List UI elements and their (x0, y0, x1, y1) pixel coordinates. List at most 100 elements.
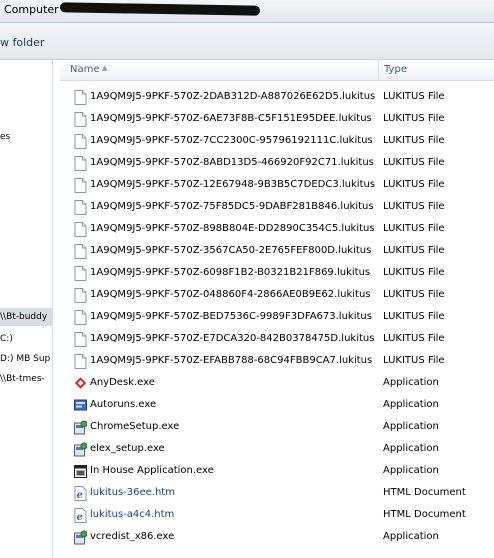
blank-file-icon (74, 266, 87, 281)
anydesk-icon (74, 376, 87, 391)
column-header-name[interactable]: Name ▲ (60, 60, 379, 80)
nav-item-drive-c[interactable]: C:) (0, 330, 52, 348)
file-type: Application (383, 377, 439, 388)
file-type: LUKITUS File (383, 113, 445, 124)
file-type: Application (383, 421, 439, 432)
setup-icon (74, 530, 88, 545)
blank-file-icon (74, 178, 87, 193)
blank-file-icon (74, 332, 87, 347)
file-row[interactable]: e lukitus-a4c4.htm HTML Document (60, 505, 494, 527)
file-type: Application (383, 465, 439, 476)
column-headers: Name ▲ Type (60, 60, 494, 81)
file-type: LUKITUS File (383, 333, 445, 344)
file-name: ChromeSetup.exe (90, 421, 180, 432)
file-name: 1A9QM9J5-9PKF-570Z-3567CA50-2E765FEF800D… (90, 245, 372, 256)
blank-file-icon (74, 310, 87, 325)
file-name: lukitus-a4c4.htm (90, 509, 175, 520)
file-name: 1A9QM9J5-9PKF-570Z-12E67948-9B3B5C7DEDC3… (90, 179, 376, 190)
file-row[interactable]: elex_setup.exe Application (60, 439, 494, 461)
blank-file-icon (74, 288, 87, 303)
blank-file-icon (74, 222, 87, 237)
file-name: 1A9QM9J5-9PKF-570Z-EFABB788-68C94FBB9CA7… (90, 355, 373, 366)
file-type: LUKITUS File (383, 245, 445, 256)
navigation-pane[interactable]: es \\Bt-buddy C:) D:) MB Sup \\Bt-tmes- (0, 60, 53, 558)
file-row[interactable]: ChromeSetup.exe Application (60, 417, 494, 439)
file-row[interactable]: 1A9QM9J5-9PKF-570Z-048860F4-2866AE0B9E62… (60, 285, 494, 307)
blank-file-icon (74, 244, 87, 259)
file-row[interactable]: vcredist_x86.exe Application (60, 527, 494, 549)
new-folder-button[interactable]: w folder (0, 36, 44, 49)
file-type: LUKITUS File (383, 135, 445, 146)
command-bar: w folder (0, 23, 494, 60)
file-name: In House Application.exe (90, 465, 214, 476)
file-row[interactable]: 1A9QM9J5-9PKF-570Z-8ABD13D5-466920F92C71… (60, 153, 494, 175)
file-type: LUKITUS File (383, 289, 445, 300)
file-name: 1A9QM9J5-9PKF-570Z-6098F1B2-B0321B21F869… (90, 267, 371, 278)
file-type: LUKITUS File (383, 91, 445, 102)
blank-file-icon (74, 134, 87, 149)
file-name: 1A9QM9J5-9PKF-570Z-2DAB312D-A887026E62D5… (90, 91, 376, 102)
app-window-icon (74, 464, 87, 479)
file-row[interactable]: 1A9QM9J5-9PKF-570Z-3567CA50-2E765FEF800D… (60, 241, 494, 263)
file-row[interactable]: 1A9QM9J5-9PKF-570Z-7CC2300C-95796192111C… (60, 131, 494, 153)
file-type: LUKITUS File (383, 223, 445, 234)
ie-document-icon: e (74, 486, 87, 501)
blank-file-icon (74, 156, 87, 171)
file-row[interactable]: 1A9QM9J5-9PKF-570Z-12E67948-9B3B5C7DEDC3… (60, 175, 494, 197)
file-type: LUKITUS File (383, 179, 445, 190)
file-row[interactable]: 1A9QM9J5-9PKF-570Z-BED7536C-9989F3DFA673… (60, 307, 494, 329)
file-name: 1A9QM9J5-9PKF-570Z-7CC2300C-95796192111C… (90, 135, 373, 146)
file-name: elex_setup.exe (90, 443, 165, 454)
nav-item-network-drive-2[interactable]: \\Bt-tmes- (0, 370, 52, 388)
blank-file-icon (74, 90, 87, 105)
blank-file-icon (74, 354, 87, 369)
file-row[interactable]: Autoruns.exe Application (60, 395, 494, 417)
nav-item-network-drive-selected[interactable]: \\Bt-buddy (0, 308, 52, 326)
file-row[interactable]: In House Application.exe Application (60, 461, 494, 483)
file-row[interactable]: 1A9QM9J5-9PKF-570Z-EFABB788-68C94FBB9CA7… (60, 351, 494, 373)
file-type: LUKITUS File (383, 355, 445, 366)
file-row[interactable]: e lukitus-36ee.htm HTML Document (60, 483, 494, 505)
file-row[interactable]: 1A9QM9J5-9PKF-570Z-6AE73F8B-C5F151E95DEE… (60, 109, 494, 131)
sort-ascending-icon: ▲ (102, 64, 108, 72)
file-name: 1A9QM9J5-9PKF-570Z-6AE73F8B-C5F151E95DEE… (90, 113, 372, 124)
file-name: 1A9QM9J5-9PKF-570Z-BED7536C-9989F3DFA673… (90, 311, 372, 322)
setup-icon (74, 442, 88, 457)
file-type: LUKITUS File (383, 267, 445, 278)
address-bar[interactable]: Computer (0, 0, 494, 23)
file-name: 1A9QM9J5-9PKF-570Z-898B804E-DD2890C354C5… (90, 223, 375, 234)
file-name: 1A9QM9J5-9PKF-570Z-048860F4-2866AE0B9E62… (90, 289, 371, 300)
file-name: lukitus-36ee.htm (90, 487, 175, 498)
file-type: LUKITUS File (383, 157, 445, 168)
svg-text:e: e (77, 512, 83, 523)
file-type: Application (383, 443, 439, 454)
setup-icon (74, 420, 88, 435)
address-path[interactable]: Computer (4, 3, 59, 16)
svg-text:e: e (77, 490, 83, 501)
blank-file-icon (74, 112, 87, 127)
file-row[interactable]: AnyDesk.exe Application (60, 373, 494, 395)
nav-item-drive-d[interactable]: D:) MB Sup (0, 350, 52, 368)
file-name: Autoruns.exe (90, 399, 157, 410)
file-name: 1A9QM9J5-9PKF-570Z-75F85DC5-9DABF281B846… (90, 201, 374, 212)
file-row[interactable]: 1A9QM9J5-9PKF-570Z-898B804E-DD2890C354C5… (60, 219, 494, 241)
file-type: HTML Document (383, 487, 466, 498)
file-row[interactable]: 1A9QM9J5-9PKF-570Z-75F85DC5-9DABF281B846… (60, 197, 494, 219)
file-row[interactable]: 1A9QM9J5-9PKF-570Z-2DAB312D-A887026E62D5… (60, 87, 494, 109)
file-type: HTML Document (383, 509, 466, 520)
column-header-type[interactable]: Type (379, 60, 494, 80)
file-name: 1A9QM9J5-9PKF-570Z-E7DCA320-842B0378475D… (90, 333, 375, 344)
file-type: Application (383, 531, 439, 542)
file-type: Application (383, 399, 439, 410)
file-name: AnyDesk.exe (90, 377, 155, 388)
redacted-path-segment (59, 2, 261, 16)
blank-file-icon (74, 200, 87, 215)
nav-item-libraries[interactable]: es (0, 128, 52, 146)
file-type: LUKITUS File (383, 311, 445, 322)
file-row[interactable]: 1A9QM9J5-9PKF-570Z-E7DCA320-842B0378475D… (60, 329, 494, 351)
autoruns-icon (74, 398, 87, 413)
file-name: vcredist_x86.exe (90, 531, 175, 542)
file-name: 1A9QM9J5-9PKF-570Z-8ABD13D5-466920F92C71… (90, 157, 374, 168)
file-type: LUKITUS File (383, 201, 445, 212)
file-row[interactable]: 1A9QM9J5-9PKF-570Z-6098F1B2-B0321B21F869… (60, 263, 494, 285)
